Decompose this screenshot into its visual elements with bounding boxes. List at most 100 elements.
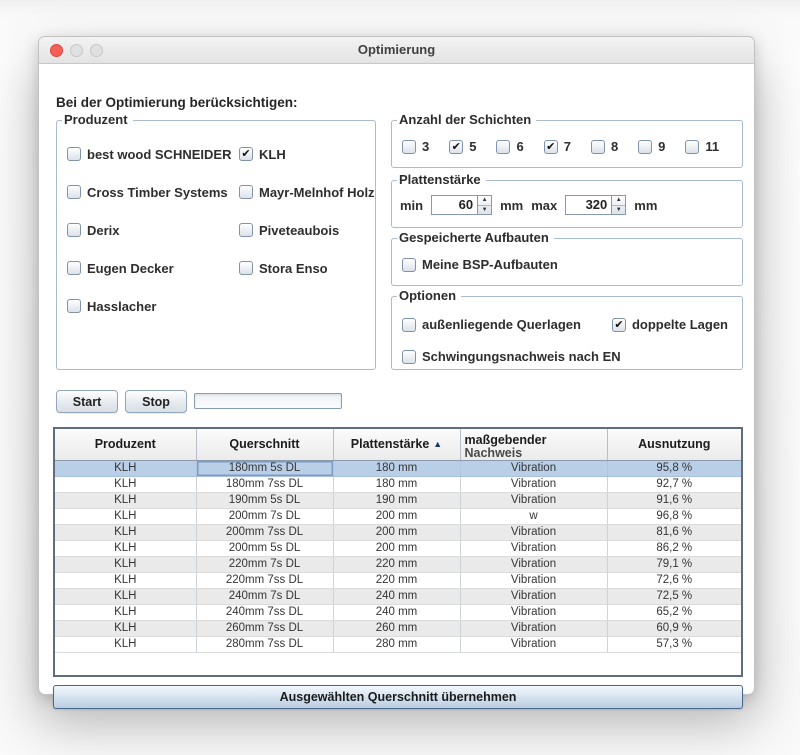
checkbox[interactable]: ✔	[544, 140, 558, 154]
cell-plattenstaerke[interactable]: 200 mm	[333, 509, 460, 525]
cell-produzent[interactable]: KLH	[55, 605, 196, 621]
cell-massgebender[interactable]: w	[460, 509, 607, 525]
checkbox-item-7[interactable]: ✔ 7	[544, 139, 571, 154]
cell-massgebender[interactable]: Vibration	[460, 477, 607, 493]
table-row[interactable]: KLH 180mm 5s DL 180 mm Vibration 95,8 %	[55, 461, 741, 477]
table-row[interactable]: KLH 240mm 7ss DL 240 mm Vibration 65,2 %	[55, 605, 741, 621]
cell-massgebender[interactable]: Vibration	[460, 525, 607, 541]
minimize-button[interactable]	[70, 44, 83, 57]
cell-querschnitt[interactable]: 240mm 7s DL	[196, 589, 333, 605]
checkbox-item-derix[interactable]: ✔ Derix	[67, 211, 239, 249]
cell-ausnutzung[interactable]: 86,2 %	[607, 541, 741, 557]
cell-querschnitt[interactable]: 280mm 7ss DL	[196, 637, 333, 653]
table-row[interactable]: KLH 260mm 7ss DL 260 mm Vibration 60,9 %	[55, 621, 741, 637]
cell-querschnitt[interactable]: 240mm 7ss DL	[196, 605, 333, 621]
cell-plattenstaerke[interactable]: 260 mm	[333, 621, 460, 637]
cell-plattenstaerke[interactable]: 220 mm	[333, 573, 460, 589]
checkbox[interactable]: ✔	[67, 299, 81, 313]
max-thickness-value[interactable]: 320	[565, 195, 612, 215]
cell-querschnitt[interactable]: 180mm 5s DL	[196, 461, 333, 477]
cell-ausnutzung[interactable]: 79,1 %	[607, 557, 741, 573]
cell-massgebender[interactable]: Vibration	[460, 621, 607, 637]
cell-ausnutzung[interactable]: 95,8 %	[607, 461, 741, 477]
checkbox-item-best-wood-schneider[interactable]: ✔ best wood SCHNEIDER	[67, 135, 239, 173]
cell-ausnutzung[interactable]: 72,6 %	[607, 573, 741, 589]
checkbox-item-meine-bsp-aufbauten[interactable]: ✔ Meine BSP-Aufbauten	[402, 257, 742, 272]
cell-produzent[interactable]: KLH	[55, 525, 196, 541]
cell-querschnitt[interactable]: 180mm 7ss DL	[196, 477, 333, 493]
cell-querschnitt[interactable]: 260mm 7ss DL	[196, 621, 333, 637]
checkbox[interactable]: ✔	[239, 223, 253, 237]
checkbox-item-piveteaubois[interactable]: ✔ Piveteaubois	[239, 211, 375, 249]
cell-plattenstaerke[interactable]: 180 mm	[333, 461, 460, 477]
cell-produzent[interactable]: KLH	[55, 493, 196, 509]
close-button[interactable]	[50, 44, 63, 57]
cell-querschnitt[interactable]: 200mm 5s DL	[196, 541, 333, 557]
apply-selected-cross-section-button[interactable]: Ausgewählten Querschnitt übernehmen	[53, 685, 743, 709]
spinner-up-icon[interactable]: ▲	[612, 196, 625, 206]
cell-ausnutzung[interactable]: 60,9 %	[607, 621, 741, 637]
cell-massgebender[interactable]: Vibration	[460, 573, 607, 589]
column-header-massgebender[interactable]: maßgebenderNachweis	[460, 429, 607, 461]
spinner-down-icon[interactable]: ▼	[478, 206, 491, 215]
table-row[interactable]: KLH 190mm 5s DL 190 mm Vibration 91,6 %	[55, 493, 741, 509]
cell-plattenstaerke[interactable]: 200 mm	[333, 525, 460, 541]
spinner-up-icon[interactable]: ▲	[478, 196, 491, 206]
cell-produzent[interactable]: KLH	[55, 573, 196, 589]
checkbox[interactable]: ✔	[67, 261, 81, 275]
table-row[interactable]: KLH 220mm 7ss DL 220 mm Vibration 72,6 %	[55, 573, 741, 589]
checkbox-item-schwingungsnachweis[interactable]: ✔ Schwingungsnachweis nach EN	[402, 349, 728, 364]
cell-ausnutzung[interactable]: 91,6 %	[607, 493, 741, 509]
cell-massgebender[interactable]: Vibration	[460, 637, 607, 653]
cell-massgebender[interactable]: Vibration	[460, 589, 607, 605]
checkbox[interactable]: ✔	[685, 140, 699, 154]
checkbox-item-eugen-decker[interactable]: ✔ Eugen Decker	[67, 249, 239, 287]
checkbox-item-6[interactable]: ✔ 6	[496, 139, 523, 154]
checkbox-item-hasslacher[interactable]: ✔ Hasslacher	[67, 287, 239, 325]
cell-querschnitt[interactable]: 190mm 5s DL	[196, 493, 333, 509]
cell-querschnitt[interactable]: 220mm 7ss DL	[196, 573, 333, 589]
cell-massgebender[interactable]: Vibration	[460, 461, 607, 477]
table-row[interactable]: KLH 200mm 5s DL 200 mm Vibration 86,2 %	[55, 541, 741, 557]
cell-ausnutzung[interactable]: 72,5 %	[607, 589, 741, 605]
table-row[interactable]: KLH 200mm 7ss DL 200 mm Vibration 81,6 %	[55, 525, 741, 541]
cell-querschnitt[interactable]: 220mm 7s DL	[196, 557, 333, 573]
cell-plattenstaerke[interactable]: 240 mm	[333, 589, 460, 605]
column-header-produzent[interactable]: Produzent	[55, 429, 196, 461]
cell-plattenstaerke[interactable]: 190 mm	[333, 493, 460, 509]
cell-ausnutzung[interactable]: 92,7 %	[607, 477, 741, 493]
cell-plattenstaerke[interactable]: 280 mm	[333, 637, 460, 653]
checkbox[interactable]: ✔	[612, 318, 626, 332]
checkbox[interactable]: ✔	[402, 140, 416, 154]
cell-ausnutzung[interactable]: 57,3 %	[607, 637, 741, 653]
checkbox-item-9[interactable]: ✔ 9	[638, 139, 665, 154]
checkbox[interactable]: ✔	[402, 318, 416, 332]
cell-plattenstaerke[interactable]: 240 mm	[333, 605, 460, 621]
cell-massgebender[interactable]: Vibration	[460, 541, 607, 557]
max-thickness-spinner[interactable]: 320 ▲ ▼	[565, 195, 626, 215]
table-row[interactable]: KLH 200mm 7s DL 200 mm w 96,8 %	[55, 509, 741, 525]
checkbox[interactable]: ✔	[67, 185, 81, 199]
start-button[interactable]: Start	[56, 390, 118, 413]
checkbox-item-klh[interactable]: ✔ KLH	[239, 135, 375, 173]
checkbox[interactable]: ✔	[402, 258, 416, 272]
table-row[interactable]: KLH 280mm 7ss DL 280 mm Vibration 57,3 %	[55, 637, 741, 653]
checkbox[interactable]: ✔	[496, 140, 510, 154]
checkbox[interactable]: ✔	[449, 140, 463, 154]
table-row[interactable]: KLH 240mm 7s DL 240 mm Vibration 72,5 %	[55, 589, 741, 605]
checkbox[interactable]: ✔	[239, 261, 253, 275]
checkbox-item-stora-enso[interactable]: ✔ Stora Enso	[239, 249, 375, 287]
checkbox[interactable]: ✔	[67, 147, 81, 161]
cell-produzent[interactable]: KLH	[55, 477, 196, 493]
cell-produzent[interactable]: KLH	[55, 589, 196, 605]
cell-produzent[interactable]: KLH	[55, 637, 196, 653]
cell-produzent[interactable]: KLH	[55, 541, 196, 557]
checkbox-item-11[interactable]: ✔ 11	[685, 139, 719, 154]
cell-massgebender[interactable]: Vibration	[460, 493, 607, 509]
column-header-plattenstaerke[interactable]: Plattenstärke▲	[333, 429, 460, 461]
checkbox[interactable]: ✔	[67, 223, 81, 237]
column-header-ausnutzung[interactable]: Ausnutzung	[607, 429, 741, 461]
checkbox[interactable]: ✔	[638, 140, 652, 154]
checkbox-item-aussenliegende-querlagen[interactable]: ✔ außenliegende Querlagen	[402, 317, 581, 332]
cell-plattenstaerke[interactable]: 220 mm	[333, 557, 460, 573]
